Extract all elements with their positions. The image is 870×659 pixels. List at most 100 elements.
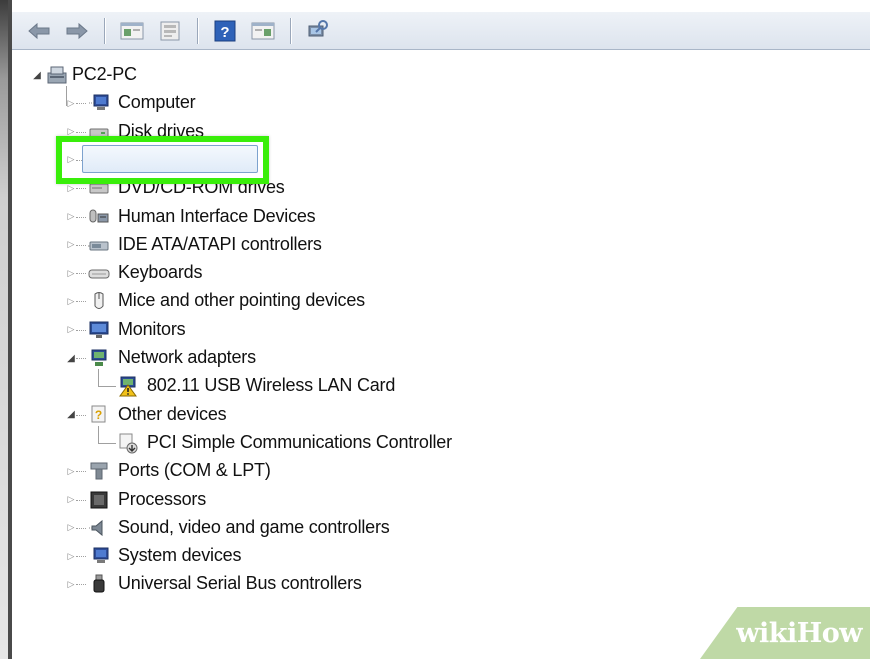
network-warning-icon	[119, 376, 137, 397]
tree-connector	[76, 414, 86, 416]
collapsed-triangle-icon[interactable]: ▷	[66, 551, 76, 561]
monitor-icon	[88, 319, 110, 341]
tree-vertical-connector	[66, 86, 67, 106]
tree-vertical-connector	[98, 369, 99, 388]
tree-connector	[76, 131, 86, 133]
collapsed-triangle-icon[interactable]: ▷	[66, 211, 76, 222]
usb-icon	[88, 573, 110, 595]
tree-item-network-adapters[interactable]: ◢ Network adapters	[12, 345, 870, 371]
collapsed-triangle-icon[interactable]: ▷	[66, 183, 76, 193]
tree-item-label: Keyboards	[118, 262, 203, 283]
computer-tower-icon	[46, 64, 68, 86]
tree-item-human-interface-devices[interactable]: ▷ Human Interface Devices	[12, 204, 870, 230]
tree-item-label: Sound, video and game controllers	[118, 516, 390, 537]
processor-icon	[90, 491, 108, 508]
collapsed-triangle-icon[interactable]: ▷	[66, 522, 76, 533]
tree-connector	[76, 329, 86, 331]
highlight-box	[56, 136, 269, 184]
tree-item-label: Other devices	[118, 403, 227, 424]
tree-item-computer[interactable]: ▷ Computer	[12, 90, 870, 116]
tree-connector	[76, 273, 86, 275]
collapsed-triangle-icon[interactable]: ▷	[66, 466, 76, 476]
collapsed-triangle-icon[interactable]: ▷	[66, 579, 76, 589]
tree-item-label: Computer	[118, 92, 196, 113]
tree-item-label: Processors	[118, 488, 207, 509]
expanded-triangle-icon[interactable]: ◢	[66, 409, 76, 420]
svg-text:?: ?	[220, 24, 229, 41]
back-arrow-icon	[28, 22, 50, 39]
tree-item-label: Mice and other pointing devices	[118, 290, 365, 311]
tree-connector	[76, 584, 86, 586]
console-tree-icon	[120, 22, 144, 39]
tree-item-label: 802.11 USB Wireless LAN Card	[147, 375, 396, 396]
tree-item-label: Universal Serial Bus controllers	[118, 573, 362, 594]
port-icon	[90, 462, 108, 480]
window-edge	[0, 0, 8, 659]
collapsed-triangle-icon[interactable]: ▷	[66, 268, 76, 278]
toolbar-separator	[104, 17, 105, 44]
expanded-triangle-icon[interactable]: ◢	[66, 353, 76, 364]
computer-icon	[88, 92, 110, 114]
tree-connector	[76, 471, 86, 473]
help-button[interactable]: ?	[208, 16, 242, 46]
keyboard-icon	[88, 269, 110, 279]
tree-item-universal-serial-bus-controllers[interactable]: ▷ Universal Serial Bus controllers	[12, 571, 870, 597]
hid-icon	[88, 206, 110, 228]
tree-connector	[98, 442, 116, 444]
forward-arrow-icon	[66, 22, 88, 39]
tree-connector	[76, 103, 86, 105]
tree-root-pc[interactable]: ◢ PC2-PC	[12, 62, 870, 88]
tree-connector	[76, 556, 86, 558]
computer-tower-icon	[47, 66, 67, 84]
network-adapter-icon	[88, 347, 110, 369]
tree-connector	[76, 216, 86, 218]
show-hide-console-tree-button[interactable]	[115, 16, 149, 46]
ide-controller-icon	[88, 241, 109, 251]
tree-item-ports-com-lpt[interactable]: ▷ Ports (COM & LPT)	[12, 458, 870, 484]
forward-button[interactable]	[60, 16, 94, 46]
tree-item-monitors[interactable]: ▷ Monitors	[12, 317, 870, 343]
collapsed-triangle-icon[interactable]: ▷	[66, 494, 76, 505]
tree-item-system-devices[interactable]: ▷ System devices	[12, 543, 870, 569]
monitor-icon	[89, 321, 109, 338]
properties-button[interactable]	[153, 16, 187, 46]
tree-item-label: PCI Simple Communications Controller	[147, 431, 452, 452]
show-hide-action-pane-button[interactable]	[246, 16, 280, 46]
tree-item-other-devices[interactable]: ◢? Other devices	[12, 402, 870, 428]
collapsed-triangle-icon[interactable]: ▷	[66, 239, 76, 250]
speaker-icon	[88, 517, 110, 539]
speaker-icon	[89, 519, 103, 536]
tree-vertical-connector	[98, 425, 99, 444]
expanded-triangle-icon[interactable]: ◢	[32, 70, 42, 81]
back-button[interactable]	[22, 16, 56, 46]
mouse-icon	[88, 290, 110, 312]
collapsed-triangle-icon[interactable]: ▷	[66, 296, 76, 306]
collapsed-triangle-icon[interactable]: ▷	[66, 324, 76, 335]
tree-item-mice-and-other-pointing-devices[interactable]: ▷ Mice and other pointing devices	[12, 288, 870, 314]
tree-connector	[76, 188, 86, 190]
unknown-device-warning-icon	[117, 432, 139, 454]
toolbar-separator	[197, 17, 198, 44]
tree-connector	[76, 358, 86, 359]
network-adapter-icon	[91, 349, 107, 366]
tree-connector	[76, 499, 86, 501]
system-device-icon	[88, 545, 110, 567]
scan-hardware-icon	[308, 19, 328, 36]
unknown-device-icon: ?	[91, 405, 106, 423]
tree-connector	[76, 301, 86, 303]
tree-item-pci-simple-communications-controller[interactable]: PCI Simple Communications Controller	[12, 430, 870, 456]
tree-item-keyboards[interactable]: ▷ Keyboards	[12, 260, 870, 286]
tree-item-processors[interactable]: ▷ Processors	[12, 487, 870, 513]
svg-text:?: ?	[95, 408, 102, 422]
unknown-device-icon: ?	[88, 404, 110, 426]
tree-item-label: Monitors	[118, 318, 186, 339]
ide-controller-icon	[88, 234, 110, 256]
tree-item-sound-video-and-game-controllers[interactable]: ▷ Sound, video and game controllers	[12, 515, 870, 541]
tree-item-label: Ports (COM & LPT)	[118, 460, 271, 481]
scan-hardware-button[interactable]	[301, 16, 335, 46]
tree-item-ide-ata-atapi-controllers[interactable]: ▷ IDE ATA/ATAPI controllers	[12, 232, 870, 258]
collapsed-triangle-icon[interactable]: ▷	[66, 98, 76, 108]
mouse-icon	[94, 292, 104, 310]
processor-icon	[88, 489, 110, 511]
tree-item-802-11-usb-wireless-lan-card[interactable]: 802.11 USB Wireless LAN Card	[12, 373, 870, 399]
